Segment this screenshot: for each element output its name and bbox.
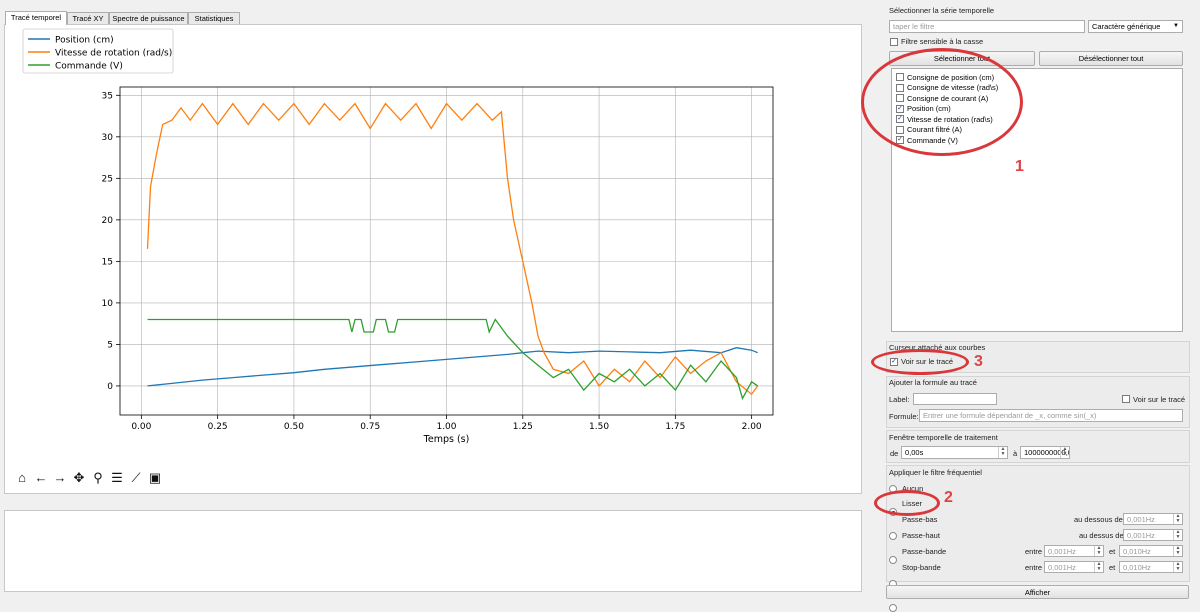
y-tick-label: 5 xyxy=(107,340,113,350)
forward-arrow-icon[interactable]: → xyxy=(52,470,68,486)
spin-arrows-icon[interactable]: ▲ ▼ xyxy=(1173,546,1182,556)
formula-see-on-plot-checkbox[interactable] xyxy=(1122,395,1130,403)
save-icon[interactable]: ▣ xyxy=(147,470,163,486)
y-tick-label: 15 xyxy=(102,257,113,267)
to-label: à xyxy=(1013,449,1018,458)
tab-xy-plot[interactable]: Tracé XY xyxy=(67,12,109,24)
spin-arrows-icon[interactable]: ▲ ▼ xyxy=(1173,514,1182,524)
chevron-down-icon: ▼ xyxy=(1173,23,1179,29)
formula-title: Ajouter la formule au tracé xyxy=(889,378,977,387)
highpass-spinbox[interactable]: 0,001Hz ▲ ▼ xyxy=(1123,529,1183,541)
annotation-number-2: 2 xyxy=(944,489,953,506)
tab-power-spectrum[interactable]: Spectre de puissance xyxy=(109,12,188,24)
formula-see-on-plot-label: Voir sur le tracé xyxy=(1133,395,1186,404)
y-tick-label: 25 xyxy=(102,174,113,184)
case-sensitive-label: Filtre sensible à la casse xyxy=(901,37,984,46)
bandpass-low-spinbox[interactable]: 0,001Hz ▲ ▼ xyxy=(1044,545,1104,557)
legend-label: Vitesse de rotation (rad/s) xyxy=(55,49,172,59)
between-label: entre xyxy=(1025,563,1043,572)
plot-toolbar: ⌂ ← → ✥ ⚲ ☰ ⟋ ▣ xyxy=(14,470,163,486)
output-panel xyxy=(4,510,862,592)
spin-arrows-icon[interactable]: ▲ ▼ xyxy=(1173,562,1182,572)
x-tick-label: 1.25 xyxy=(513,422,533,432)
annotation-number-3: 3 xyxy=(974,353,983,370)
x-tick-label: 0.50 xyxy=(284,422,304,432)
x-tick-label: 1.75 xyxy=(665,422,685,432)
spin-arrows-icon[interactable]: ▲ ▼ xyxy=(998,447,1007,458)
annotation-ellipse-1 xyxy=(861,48,1023,156)
between-label: entre xyxy=(1025,547,1043,556)
deselect-all-button[interactable]: Désélectionner tout xyxy=(1039,51,1183,66)
y-tick-label: 20 xyxy=(102,216,114,226)
filter-highpass-label: Passe-haut xyxy=(902,531,940,540)
tab-time-plot[interactable]: Tracé temporel xyxy=(5,11,67,25)
wildcard-select[interactable]: Caractère générique ▼ xyxy=(1088,20,1183,33)
x-tick-label: 2.00 xyxy=(742,422,762,432)
spin-arrows-icon[interactable]: ▲ ▼ xyxy=(1173,530,1182,540)
filter-lowpass-label: Passe-bas xyxy=(902,515,938,524)
legend-label: Position (cm) xyxy=(55,36,114,46)
zoom-icon[interactable]: ⚲ xyxy=(90,470,106,486)
y-tick-label: 0 xyxy=(107,382,113,392)
and-label: et xyxy=(1109,547,1116,556)
spin-arrows-icon[interactable]: ▲ ▼ xyxy=(1094,546,1103,556)
y-tick-label: 35 xyxy=(102,91,113,101)
stopband-high-spinbox[interactable]: 0,010Hz ▲ ▼ xyxy=(1119,561,1183,573)
tab-statistics[interactable]: Statistiques xyxy=(188,12,240,24)
to-time-spinbox[interactable]: 1000000000,00s▲▼ xyxy=(1020,446,1070,459)
subplots-icon[interactable]: ☰ xyxy=(109,470,125,486)
formula-input[interactable]: Entrer une formule dépendant de _x, comm… xyxy=(919,409,1183,422)
annotation-ellipse-3 xyxy=(871,349,969,375)
legend-label: Commande (V) xyxy=(55,62,123,72)
edit-curve-icon[interactable]: ⟋ xyxy=(128,470,144,486)
from-label: de xyxy=(890,449,899,458)
plot-panel: 0.00 0.25 0.50 0.75 1.00 1.25 1.50 1.75 2.00 0 5 10… xyxy=(4,24,862,494)
filter-input[interactable]: taper le filtre xyxy=(889,20,1085,33)
spin-arrows-icon[interactable]: ▲ ▼ xyxy=(1060,447,1069,458)
and-label: et xyxy=(1109,563,1116,572)
case-sensitive-checkbox[interactable] xyxy=(890,38,898,46)
x-tick-label: 1.00 xyxy=(436,422,456,432)
time-series-chart[interactable]: 0.00 0.25 0.50 0.75 1.00 1.25 1.50 1.75 2.00 0 5 10… xyxy=(5,25,861,465)
pan-icon[interactable]: ✥ xyxy=(71,470,87,486)
label-input[interactable] xyxy=(913,393,997,405)
annotation-number-1: 1 xyxy=(1015,158,1024,175)
filter-stopband-label: Stop-bande xyxy=(902,563,941,572)
stopband-low-spinbox[interactable]: 0,001Hz ▲ ▼ xyxy=(1044,561,1104,573)
bandpass-high-spinbox[interactable]: 0,010Hz ▲ ▼ xyxy=(1119,545,1183,557)
show-button[interactable]: Afficher xyxy=(886,585,1189,599)
x-axis-label: Temps (s) xyxy=(423,434,470,445)
back-arrow-icon[interactable]: ← xyxy=(33,470,49,486)
filter-radio-highpass[interactable] xyxy=(889,556,897,564)
from-time-spinbox[interactable]: 0,00s ▲ ▼ xyxy=(901,446,1008,459)
series-line-2 xyxy=(146,102,759,396)
series-title: Sélectionner la série temporelle xyxy=(889,6,995,15)
filter-radio-lowpass[interactable] xyxy=(889,532,897,540)
spin-arrows-icon[interactable]: ▲ ▼ xyxy=(1094,562,1103,572)
above-label: au dessus de xyxy=(1079,531,1124,540)
filter-title: Appliquer le filtre fréquentiel xyxy=(889,468,982,477)
x-tick-label: 1.50 xyxy=(589,422,609,432)
label-label: Label: xyxy=(889,395,910,404)
x-tick-label: 0.75 xyxy=(360,422,380,432)
x-tick-label: 0.25 xyxy=(208,422,228,432)
annotation-ellipse-2 xyxy=(874,490,940,516)
x-tick-label: 0.00 xyxy=(131,422,151,432)
time-window-title: Fenêtre temporelle de traitement xyxy=(889,433,998,442)
filter-bandpass-label: Passe-bande xyxy=(902,547,947,556)
home-icon[interactable]: ⌂ xyxy=(14,470,30,486)
formula-label: Formule: xyxy=(889,412,919,421)
y-tick-label: 30 xyxy=(102,133,114,143)
below-label: au dessous de xyxy=(1074,515,1123,524)
filter-radio-stopband[interactable] xyxy=(889,604,897,612)
y-tick-label: 10 xyxy=(102,299,114,309)
lowpass-spinbox[interactable]: 0,001Hz ▲ ▼ xyxy=(1123,513,1183,525)
